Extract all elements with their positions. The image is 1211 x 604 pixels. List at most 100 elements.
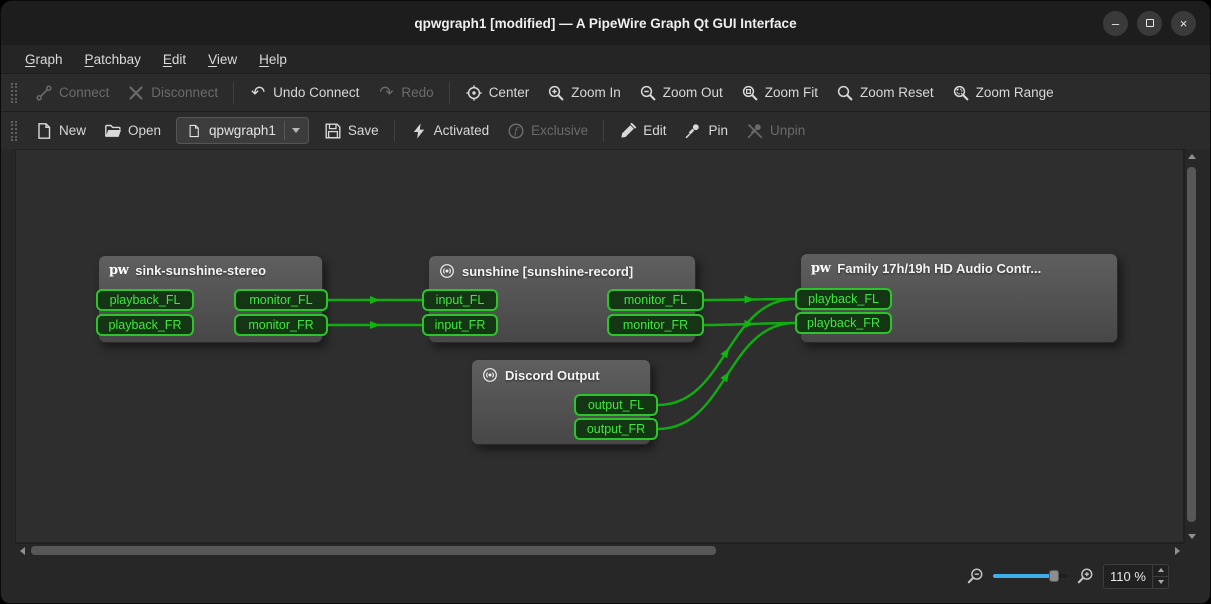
vertical-scroll-track[interactable] bbox=[1185, 163, 1198, 529]
undo-connect-button[interactable]: ↶ Undo Connect bbox=[241, 79, 367, 107]
port-sink-playback-fr[interactable]: playback_FR bbox=[96, 314, 194, 336]
unpin-icon bbox=[746, 122, 764, 140]
toolbar-drag-handle[interactable] bbox=[11, 121, 17, 141]
vertical-scrollbar[interactable] bbox=[1184, 149, 1198, 543]
toolbar-patchbay: New Open qpwgraph1 Save Activated Exclus… bbox=[1, 111, 1210, 149]
zoom-fit-button[interactable]: Zoom Fit bbox=[733, 79, 826, 107]
vertical-scroll-thumb[interactable] bbox=[1187, 167, 1196, 522]
port-sunshine-monitor-fl[interactable]: monitor_FL bbox=[607, 289, 704, 311]
port-discord-output-fl[interactable]: output_FL bbox=[574, 394, 658, 416]
zoom-out-icon bbox=[639, 84, 657, 102]
canvas-area: pw sink-sunshine-stereo sunshine [sunshi… bbox=[15, 149, 1196, 557]
redo-icon: ↷ bbox=[377, 84, 395, 102]
statusbar: 110 % bbox=[1, 557, 1210, 603]
scroll-down-arrow[interactable] bbox=[1185, 529, 1199, 543]
save-button[interactable]: Save bbox=[316, 117, 387, 145]
port-family-playback-fr[interactable]: playback_FR bbox=[795, 312, 892, 334]
port-sink-playback-fl[interactable]: playback_FL bbox=[96, 289, 194, 311]
toolbar-separator bbox=[233, 82, 234, 104]
zoom-out-icon[interactable] bbox=[966, 567, 984, 585]
zoom-spin-up[interactable] bbox=[1153, 565, 1168, 577]
pin-icon bbox=[684, 122, 702, 140]
pencil-icon bbox=[619, 122, 637, 140]
open-button[interactable]: Open bbox=[96, 117, 169, 145]
zoom-value: 110 % bbox=[1104, 565, 1152, 588]
horizontal-scroll-thumb[interactable] bbox=[31, 546, 716, 555]
zoom-slider-fill bbox=[993, 574, 1054, 578]
zoom-spin-down[interactable] bbox=[1153, 577, 1168, 588]
port-sink-monitor-fr[interactable]: monitor_FR bbox=[234, 314, 328, 336]
unpin-button[interactable]: Unpin bbox=[738, 117, 813, 145]
toolbar-separator bbox=[449, 82, 450, 104]
connect-button[interactable]: Connect bbox=[27, 79, 117, 107]
window-title: qpwgraph1 [modified] — A PipeWire Graph … bbox=[1, 16, 1210, 31]
menu-edit[interactable]: Edit bbox=[153, 48, 196, 71]
close-button[interactable]: × bbox=[1171, 11, 1196, 36]
zoom-spinbox[interactable]: 110 % bbox=[1103, 564, 1169, 589]
wire-arrow bbox=[745, 296, 755, 304]
port-sunshine-monitor-fr[interactable]: monitor_FR bbox=[607, 314, 704, 336]
app-window: qpwgraph1 [modified] — A PipeWire Graph … bbox=[0, 0, 1211, 604]
scrollbar-corner bbox=[1184, 543, 1198, 557]
zoom-slider[interactable] bbox=[993, 568, 1067, 584]
zoom-in-button[interactable]: Zoom In bbox=[539, 79, 629, 107]
toolbar-drag-handle[interactable] bbox=[11, 83, 17, 103]
window-titlebar[interactable]: qpwgraph1 [modified] — A PipeWire Graph … bbox=[1, 1, 1210, 45]
activated-button[interactable]: Activated bbox=[402, 117, 498, 145]
zoom-in-icon bbox=[547, 84, 565, 102]
open-folder-icon bbox=[104, 122, 122, 140]
zoom-range-icon bbox=[952, 84, 970, 102]
zoom-range-button[interactable]: Zoom Range bbox=[944, 79, 1062, 107]
toolbar-main: Connect Disconnect ↶ Undo Connect ↷ Redo… bbox=[1, 73, 1210, 111]
wire-arrow bbox=[370, 321, 380, 329]
scroll-right-arrow[interactable] bbox=[1170, 544, 1184, 558]
port-discord-output-fr[interactable]: output_FR bbox=[574, 418, 658, 440]
maximize-button[interactable] bbox=[1137, 11, 1162, 36]
combo-dropdown[interactable] bbox=[284, 121, 300, 140]
patchbay-combo[interactable]: qpwgraph1 bbox=[176, 117, 309, 144]
connections-layer bbox=[15, 149, 1184, 543]
port-sunshine-input-fl[interactable]: input_FL bbox=[422, 289, 498, 311]
lightning-icon bbox=[410, 122, 428, 140]
menu-patchbay[interactable]: Patchbay bbox=[75, 48, 151, 71]
menu-view[interactable]: View bbox=[198, 48, 247, 71]
zoom-out-button[interactable]: Zoom Out bbox=[631, 79, 731, 107]
center-icon bbox=[465, 84, 483, 102]
scroll-left-arrow[interactable] bbox=[15, 544, 29, 558]
zoom-fit-icon bbox=[741, 84, 759, 102]
port-family-playback-fl[interactable]: playback_FL bbox=[795, 288, 892, 310]
new-document-icon bbox=[35, 122, 53, 140]
disconnect-button[interactable]: Disconnect bbox=[119, 79, 226, 107]
scroll-up-arrow[interactable] bbox=[1185, 149, 1199, 163]
disconnect-icon bbox=[127, 84, 145, 102]
toolbar-separator bbox=[603, 120, 604, 142]
horizontal-scroll-track[interactable] bbox=[29, 544, 1170, 557]
minimize-button[interactable]: – bbox=[1103, 11, 1128, 36]
new-button[interactable]: New bbox=[27, 117, 94, 145]
toolbar-separator bbox=[394, 120, 395, 142]
save-icon bbox=[324, 122, 342, 140]
horizontal-scrollbar[interactable] bbox=[15, 543, 1184, 557]
port-sink-monitor-fl[interactable]: monitor_FL bbox=[234, 289, 328, 311]
center-button[interactable]: Center bbox=[457, 79, 538, 107]
zoom-reset-button[interactable]: Zoom Reset bbox=[828, 79, 942, 107]
edit-button[interactable]: Edit bbox=[611, 117, 674, 145]
wire-arrow bbox=[370, 296, 380, 304]
menu-help[interactable]: Help bbox=[249, 48, 297, 71]
connect-icon bbox=[35, 84, 53, 102]
undo-icon: ↶ bbox=[249, 84, 267, 102]
port-sunshine-input-fr[interactable]: input_FR bbox=[422, 314, 498, 336]
zoom-in-icon[interactable] bbox=[1076, 567, 1094, 585]
zoom-slider-handle[interactable] bbox=[1049, 570, 1059, 582]
document-icon bbox=[185, 122, 203, 140]
exclusive-icon bbox=[507, 122, 525, 140]
exclusive-button[interactable]: Exclusive bbox=[499, 117, 596, 145]
redo-button[interactable]: ↷ Redo bbox=[369, 79, 441, 107]
zoom-reset-icon bbox=[836, 84, 854, 102]
chevron-down-icon bbox=[292, 128, 300, 133]
maximize-icon bbox=[1146, 19, 1154, 27]
menu-graph[interactable]: Graph bbox=[15, 48, 73, 71]
menubar: Graph Patchbay Edit View Help bbox=[1, 45, 1210, 73]
graph-canvas[interactable]: pw sink-sunshine-stereo sunshine [sunshi… bbox=[15, 149, 1184, 543]
pin-button[interactable]: Pin bbox=[676, 117, 736, 145]
